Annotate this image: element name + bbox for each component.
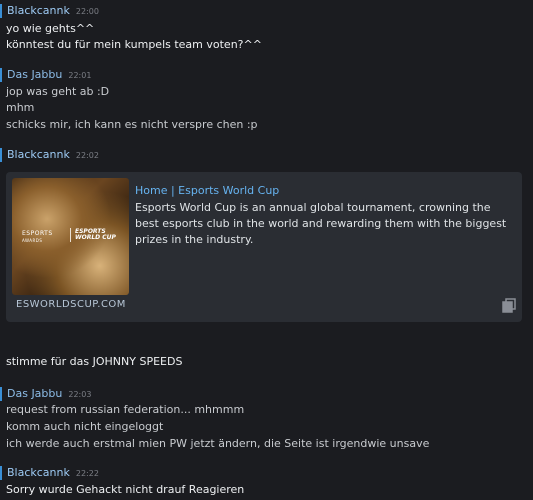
timestamp: 22:02 — [75, 151, 99, 160]
message-header: Das Jabbu 22:01 — [0, 67, 533, 83]
timestamp: 22:01 — [68, 71, 92, 80]
embed-title-link[interactable]: Home | Esports World Cup — [135, 183, 279, 199]
esports-awards-logo: ESPORTS AWARDS — [22, 230, 53, 243]
message-header: Blackcannk 22:22 — [0, 465, 533, 481]
esports-world-cup-logo: ESPORTS WORLD CUP — [75, 228, 116, 241]
message-line: könntest du für mein kumpels team voten?… — [6, 38, 262, 51]
message-header: Blackcannk 22:02 — [0, 147, 533, 163]
accent-bar — [0, 68, 2, 82]
message-group: Das Jabbu 22:01 jop was geht ab :D mhm sc… — [0, 67, 533, 131]
accent-bar — [0, 4, 2, 18]
message-group: Blackcannk 22:22 Sorry wurde Gehackt nich… — [0, 465, 533, 496]
accent-bar — [0, 148, 2, 162]
accent-bar — [0, 387, 2, 401]
link-embed[interactable]: ESPORTS AWARDS ESPORTS WORLD CUP Home | … — [6, 172, 522, 322]
accent-bar — [0, 466, 2, 480]
embed-thumbnail[interactable]: ESPORTS AWARDS ESPORTS WORLD CUP — [12, 178, 129, 295]
message-line: stimme für das JOHNNY SPEEDS — [6, 355, 183, 368]
timestamp: 22:03 — [68, 390, 92, 399]
message-header: Blackcannk 22:00 — [0, 3, 533, 19]
copy-icon[interactable] — [502, 298, 516, 313]
message-line: schicks mir, ich kann es nicht verspre c… — [6, 118, 258, 131]
embed-domain[interactable]: ESWORLDSCUP.COM — [16, 298, 126, 312]
message-line: request from russian federation... mhmmm — [6, 403, 245, 416]
message-line: yo wie gehts^^ — [6, 22, 95, 35]
author-name[interactable]: Blackcannk — [7, 4, 70, 17]
message-group: Blackcannk 22:00 yo wie gehts^^ könntest … — [0, 3, 533, 51]
author-name[interactable]: Das Jabbu — [7, 387, 62, 400]
message-line: Sorry wurde Gehackt nicht drauf Reagiere… — [6, 483, 245, 496]
message-group: Das Jabbu 22:03 request from russian fede… — [0, 386, 533, 450]
message-line: mhm — [6, 101, 35, 114]
author-name[interactable]: Blackcannk — [7, 148, 70, 161]
logo-separator — [70, 228, 71, 242]
message-line: jop was geht ab :D — [6, 85, 110, 98]
message-group: Blackcannk 22:02 — [0, 147, 533, 163]
message-line: ich werde auch erstmal mien PW jetzt änd… — [6, 437, 430, 450]
message-header: Das Jabbu 22:03 — [0, 386, 533, 402]
author-name[interactable]: Das Jabbu — [7, 68, 62, 81]
author-name[interactable]: Blackcannk — [7, 466, 70, 479]
timestamp: 22:00 — [75, 7, 99, 16]
timestamp: 22:22 — [75, 469, 99, 478]
message-line: komm auch nicht eingeloggt — [6, 420, 164, 433]
embed-description: Esports World Cup is an annual global to… — [135, 201, 507, 246]
